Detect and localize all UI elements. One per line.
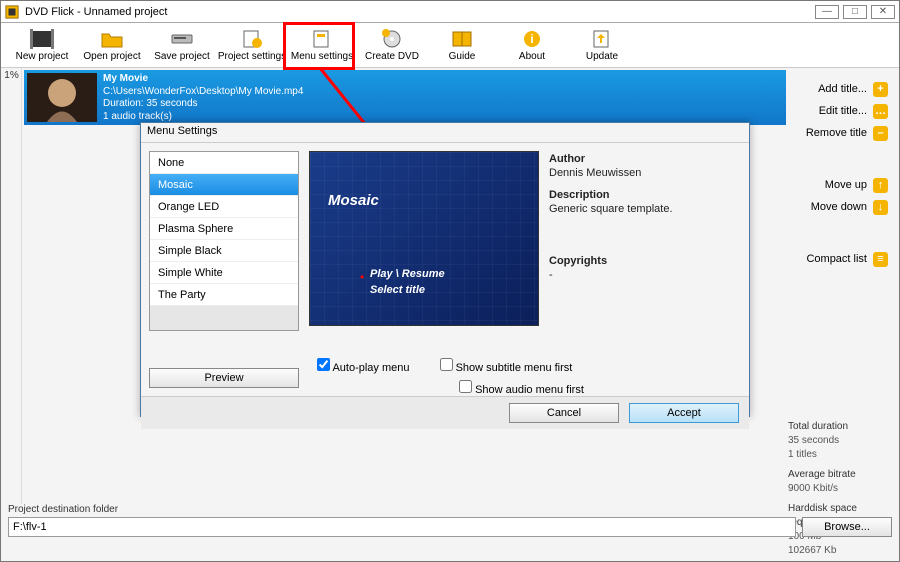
accept-button[interactable]: Accept <box>629 403 739 423</box>
toolbar-menu-settings[interactable]: Menu settings <box>287 23 357 67</box>
maximize-button[interactable]: □ <box>843 5 867 19</box>
template-item[interactable]: Mosaic <box>150 174 298 196</box>
bullet-icon: • <box>360 270 364 284</box>
disc-gear-icon <box>380 29 404 49</box>
update-icon <box>590 29 614 49</box>
side-move-down[interactable]: Move down↓ <box>788 196 888 218</box>
side-icon: – <box>873 126 888 141</box>
preview-frame: Mosaic • Play \ Resume Select title <box>309 151 539 326</box>
preview-pane: Mosaic • Play \ Resume Select title <box>309 151 539 350</box>
destination-bar: Project destination folder Browse... <box>8 504 892 554</box>
title-path: C:\Users\WonderFox\Desktop\My Movie.mp4 <box>103 86 303 99</box>
toolbar-update[interactable]: Update <box>567 23 637 67</box>
dialog-buttons: Cancel Accept <box>141 396 749 429</box>
gauge-text: 1% <box>2 70 21 81</box>
sheet-icon <box>310 29 334 49</box>
title-list-item[interactable]: My Movie C:\Users\WonderFox\Desktop\My M… <box>24 70 786 125</box>
svg-text:i: i <box>530 32 533 46</box>
side-icon: ↑ <box>873 178 888 193</box>
toolbar: New projectOpen projectSave projectProje… <box>1 23 899 68</box>
template-item[interactable]: The Party <box>150 284 298 306</box>
autoplay-checkbox-label[interactable]: Auto-play menu <box>317 358 410 374</box>
drive-icon <box>170 29 194 49</box>
toolbar-create-dvd[interactable]: Create DVD <box>357 23 427 67</box>
destination-label: Project destination folder <box>8 504 892 515</box>
side-add-title[interactable]: Add title...+ <box>788 78 888 100</box>
side-icon: … <box>873 104 888 119</box>
meta-pane: Author Dennis Meuwissen Description Gene… <box>549 151 741 350</box>
title-info: My Movie C:\Users\WonderFox\Desktop\My M… <box>103 73 303 122</box>
toolbar-guide[interactable]: Guide <box>427 23 497 67</box>
toolbar-save-project[interactable]: Save project <box>147 23 217 67</box>
book-icon <box>450 29 474 49</box>
copyrights-value: - <box>549 269 741 281</box>
film-icon <box>30 29 54 49</box>
minimize-button[interactable]: — <box>815 5 839 19</box>
side-edit-title[interactable]: Edit title...… <box>788 100 888 122</box>
side-move-up[interactable]: Move up↑ <box>788 174 888 196</box>
menu-settings-dialog: Menu Settings NoneMosaicOrange LEDPlasma… <box>140 122 750 417</box>
template-column: NoneMosaicOrange LEDPlasma SphereSimple … <box>149 151 299 350</box>
template-item[interactable]: Simple White <box>150 262 298 284</box>
toolbar-project-settings[interactable]: Project settings <box>217 23 287 67</box>
destination-input[interactable] <box>8 517 796 537</box>
autoplay-checkbox[interactable] <box>317 358 330 371</box>
template-list[interactable]: NoneMosaicOrange LEDPlasma SphereSimple … <box>149 151 299 331</box>
gear-sheet-icon <box>240 29 264 49</box>
app-icon <box>5 5 19 19</box>
preview-option-select: Select title <box>370 284 425 296</box>
subtitle-checkbox-label[interactable]: Show subtitle menu first <box>440 358 573 374</box>
info-icon: i <box>520 29 544 49</box>
cancel-button[interactable]: Cancel <box>509 403 619 423</box>
author-value: Dennis Meuwissen <box>549 167 741 179</box>
toolbar-about[interactable]: iAbout <box>497 23 567 67</box>
side-remove-title[interactable]: Remove title– <box>788 122 888 144</box>
dialog-title: Menu Settings <box>141 123 749 143</box>
preview-option-play: Play \ Resume <box>370 268 445 280</box>
side-icon: + <box>873 82 888 97</box>
side-panel: Add title...+Edit title...…Remove title–… <box>788 68 898 504</box>
copyrights-label: Copyrights <box>549 255 741 267</box>
usage-gauge: 1% <box>2 68 22 504</box>
close-button[interactable]: ✕ <box>871 5 895 19</box>
template-item[interactable]: None <box>150 152 298 174</box>
author-label: Author <box>549 153 741 165</box>
title-name: My Movie <box>103 73 303 86</box>
folder-icon <box>100 29 124 49</box>
audio-checkbox[interactable] <box>459 380 472 393</box>
toolbar-new-project[interactable]: New project <box>7 23 77 67</box>
titlebar: DVD Flick - Unnamed project — □ ✕ <box>1 1 899 23</box>
template-item[interactable]: Orange LED <box>150 196 298 218</box>
preview-template-name: Mosaic <box>328 192 379 209</box>
subtitle-checkbox[interactable] <box>440 358 453 371</box>
template-item[interactable]: Simple Black <box>150 240 298 262</box>
description-label: Description <box>549 189 741 201</box>
description-value: Generic square template. <box>549 203 741 215</box>
window-title: DVD Flick - Unnamed project <box>25 6 811 18</box>
side-icon: ↓ <box>873 200 888 215</box>
side-icon: ≡ <box>873 252 888 267</box>
title-thumbnail <box>27 73 97 122</box>
side-compact-list[interactable]: Compact list≡ <box>788 248 888 270</box>
audio-checkbox-label[interactable]: Show audio menu first <box>459 384 584 396</box>
preview-button[interactable]: Preview <box>149 368 299 388</box>
toolbar-open-project[interactable]: Open project <box>77 23 147 67</box>
template-item[interactable]: Plasma Sphere <box>150 218 298 240</box>
browse-button[interactable]: Browse... <box>802 517 892 537</box>
title-duration: Duration: 35 seconds <box>103 98 303 111</box>
